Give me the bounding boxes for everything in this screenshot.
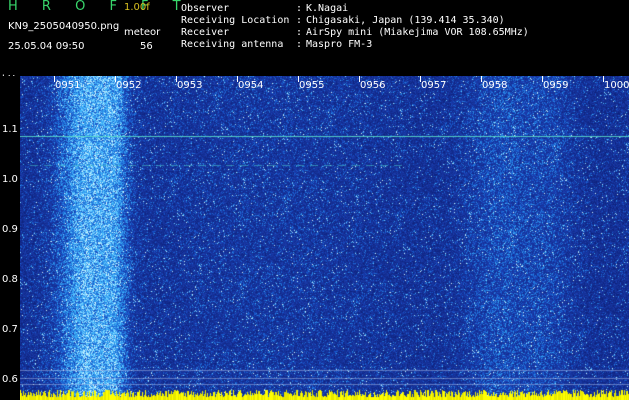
datetime-label: 25.05.04 09:50 — [8, 41, 85, 52]
observer-label: Observer — [181, 3, 230, 14]
x-tick-label: 0957 — [421, 80, 447, 91]
x-tick-label: 0955 — [299, 80, 325, 91]
y-tick-label: 1.0 — [2, 174, 18, 185]
location-label: Receiving Location — [181, 15, 290, 26]
x-tick-label: 0959 — [543, 80, 569, 91]
receiver-colon: : — [296, 27, 303, 38]
x-tick-label: 0958 — [482, 80, 508, 91]
x-tick-label: 1000 — [604, 80, 629, 91]
version-label: 1.00f — [124, 2, 150, 13]
y-tick-label: 0.8 — [2, 274, 18, 285]
x-tick-label: 0956 — [360, 80, 386, 91]
receiver-value: AirSpy mini (Miakejima VOR 108.65MHz) — [306, 27, 529, 38]
y-axis: 1.1 1.0 0.9 0.8 0.7 0.6 — [0, 76, 20, 400]
app-title: H R O F F T — [8, 0, 191, 14]
x-tick-label: 0952 — [116, 80, 142, 91]
location-value: Chigasaki, Japan (139.414 35.340) — [306, 15, 505, 26]
header-panel: H R O F F T 1.00f KN9_2505040950.png met… — [0, 0, 629, 85]
receiver-label: Receiver — [181, 27, 230, 38]
y-tick-label: 0.7 — [2, 324, 18, 335]
meteor-count-value: 56 — [140, 41, 153, 52]
x-tick-label: 0954 — [238, 80, 264, 91]
y-tick-label: 0.6 — [2, 374, 18, 385]
x-tick-label: 0951 — [55, 80, 81, 91]
antenna-label: Receiving antenna — [181, 39, 284, 50]
antenna-colon: : — [296, 39, 303, 50]
spectrogram-canvas — [20, 76, 629, 400]
antenna-value: Maspro FM-3 — [306, 39, 373, 50]
spectrogram-plot: 0951 0952 0953 0954 0955 0956 0957 0958 … — [20, 76, 629, 400]
x-tick-label: 0953 — [177, 80, 203, 91]
location-colon: : — [296, 15, 303, 26]
y-tick-label: 0.9 — [2, 224, 18, 235]
meteor-count-label: meteor — [124, 27, 161, 38]
filename-label: KN9_2505040950.png — [8, 21, 120, 32]
observer-value: K.Nagai — [306, 3, 349, 14]
y-tick-label: 1.1 — [2, 124, 18, 135]
observer-colon: : — [296, 3, 303, 14]
